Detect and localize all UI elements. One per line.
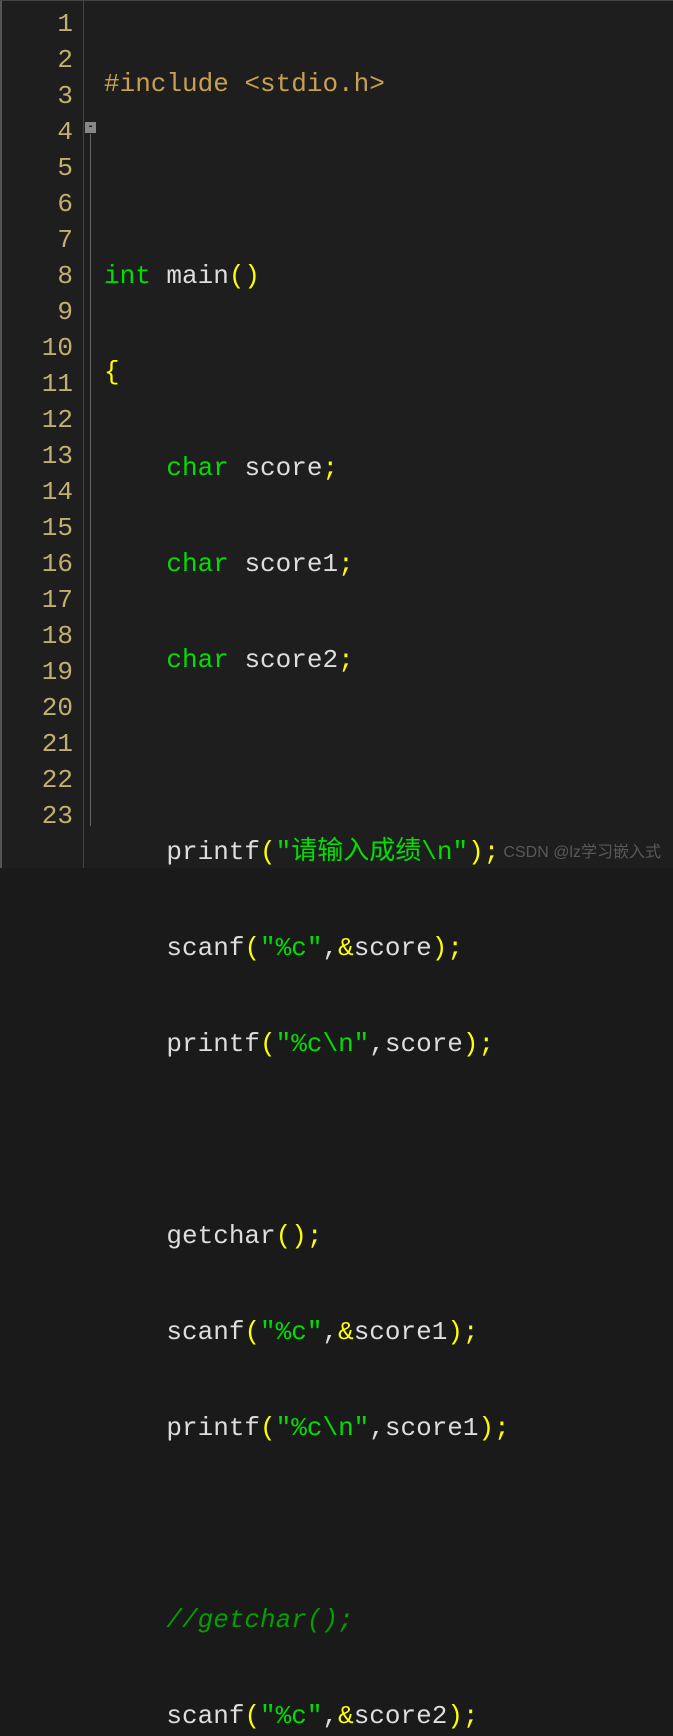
line-number: 23 (2, 798, 73, 834)
code-line: getchar(); (104, 1218, 673, 1254)
line-number: 9 (2, 294, 73, 330)
fold-column: - (84, 1, 98, 868)
code-area[interactable]: #include <stdio.h> int main() { char sco… (98, 1, 673, 868)
line-number: 17 (2, 582, 73, 618)
line-number: 12 (2, 402, 73, 438)
code-line: #include <stdio.h> (104, 66, 673, 102)
code-line (104, 162, 673, 198)
line-number: 6 (2, 186, 73, 222)
line-number: 21 (2, 726, 73, 762)
code-line: int main() (104, 258, 673, 294)
line-number-gutter: 1 2 3 4 5 6 7 8 9 10 11 12 13 14 15 16 1… (2, 1, 84, 868)
line-number: 8 (2, 258, 73, 294)
line-number: 3 (2, 78, 73, 114)
line-number: 10 (2, 330, 73, 366)
line-number: 11 (2, 366, 73, 402)
line-number: 19 (2, 654, 73, 690)
code-line: scanf("%c",&score2); (104, 1698, 673, 1734)
code-line: char score1; (104, 546, 673, 582)
code-editor: 1 2 3 4 5 6 7 8 9 10 11 12 13 14 15 16 1… (0, 0, 673, 868)
code-line: printf("%c\n",score1); (104, 1410, 673, 1446)
code-line: printf("%c\n",score); (104, 1026, 673, 1062)
line-number: 1 (2, 6, 73, 42)
code-line: char score2; (104, 642, 673, 678)
fold-guide-line (90, 134, 91, 826)
code-line: scanf("%c",&score1); (104, 1314, 673, 1350)
watermark-text: CSDN @lz学习嵌入式 (503, 838, 661, 862)
line-number: 4 (2, 114, 73, 150)
code-line (104, 1506, 673, 1542)
line-number: 14 (2, 474, 73, 510)
line-number: 20 (2, 690, 73, 726)
line-number: 22 (2, 762, 73, 798)
line-number: 13 (2, 438, 73, 474)
code-line (104, 738, 673, 774)
code-line (104, 1122, 673, 1158)
line-number: 7 (2, 222, 73, 258)
code-line: char score; (104, 450, 673, 486)
code-line: scanf("%c",&score); (104, 930, 673, 966)
line-number: 2 (2, 42, 73, 78)
line-number: 18 (2, 618, 73, 654)
line-number: 16 (2, 546, 73, 582)
line-number: 5 (2, 150, 73, 186)
fold-collapse-icon[interactable]: - (85, 122, 96, 133)
code-line: //getchar(); (104, 1602, 673, 1638)
code-line: { (104, 354, 673, 390)
line-number: 15 (2, 510, 73, 546)
